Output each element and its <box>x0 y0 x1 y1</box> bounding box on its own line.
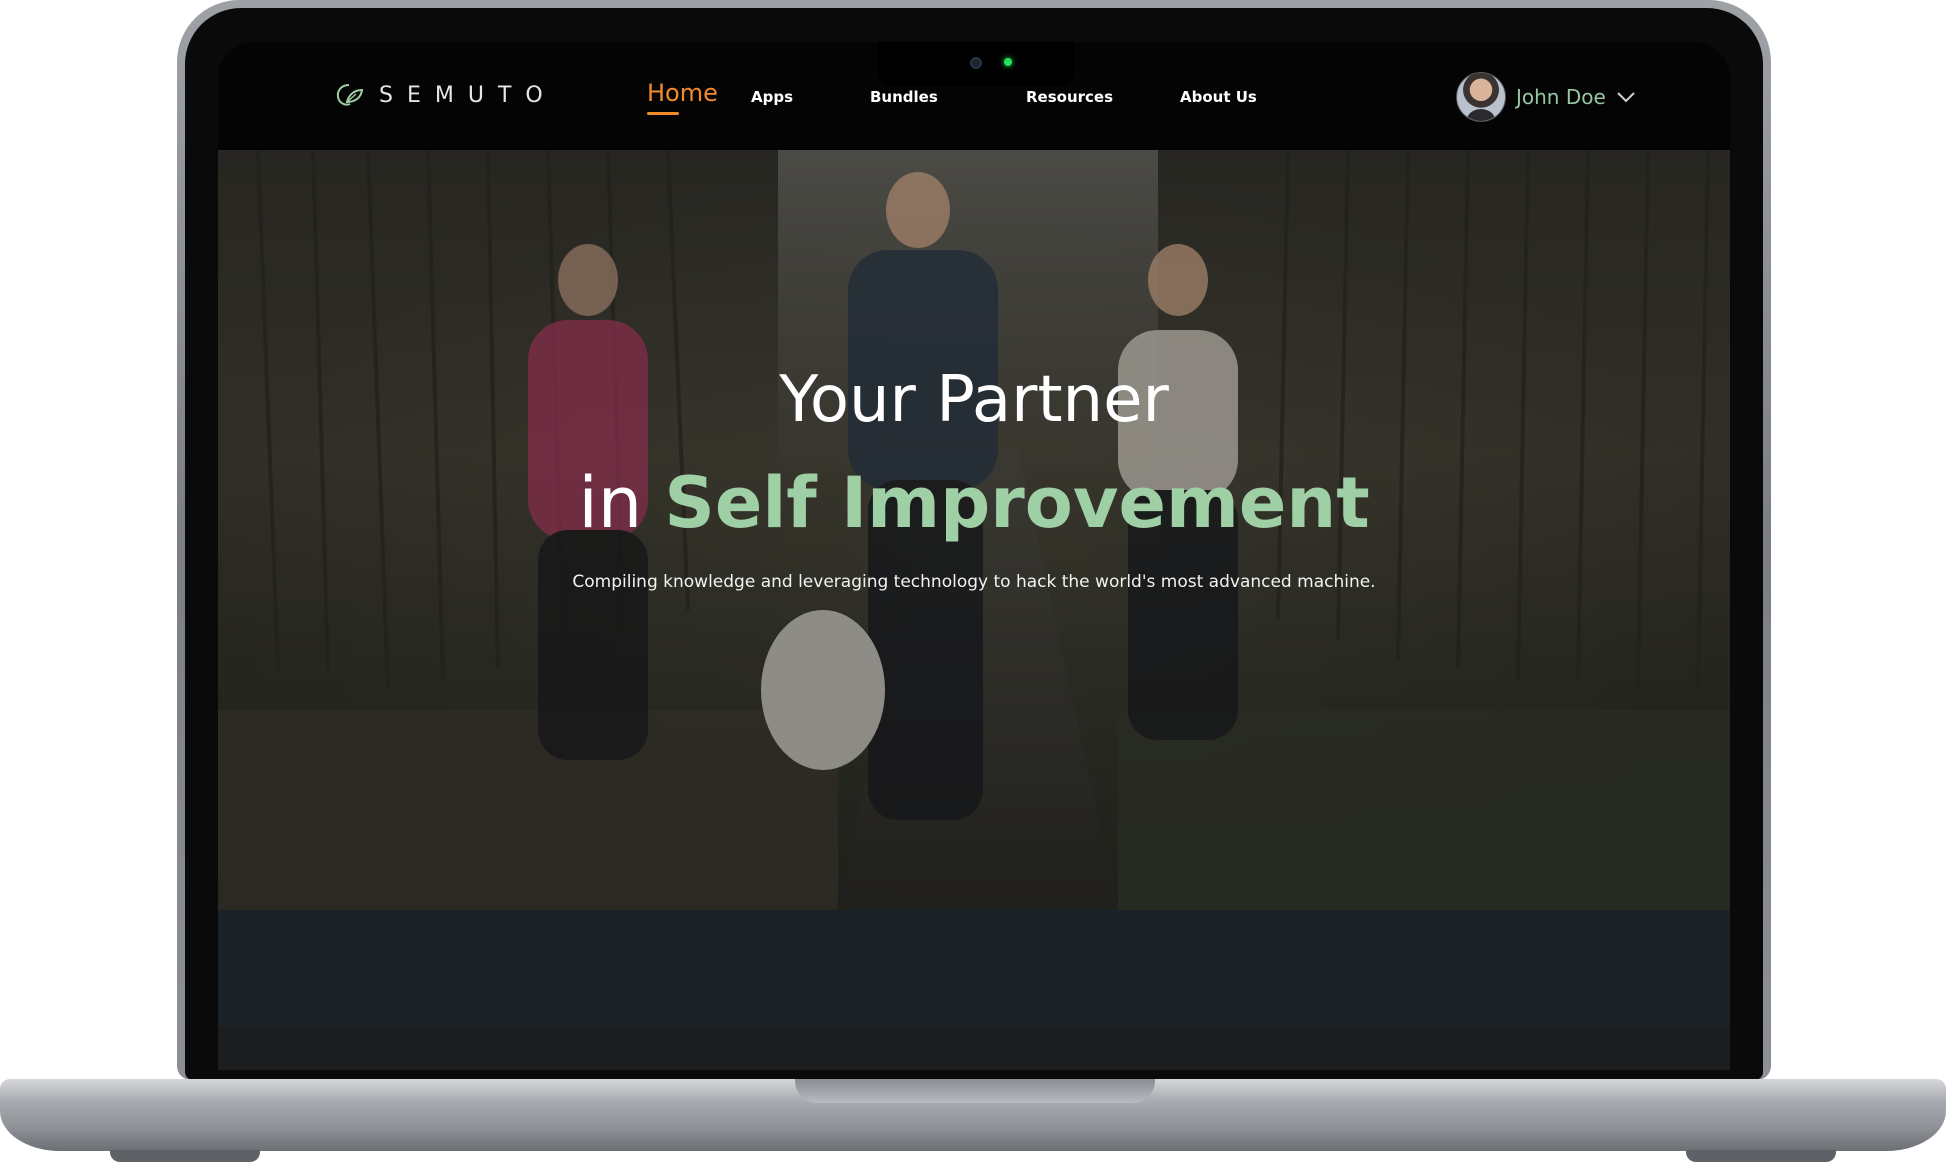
nav-bundles[interactable]: Bundles <box>870 88 938 106</box>
laptop-screen: SEMUTO Home Apps Bundles Resources About… <box>218 42 1730 1068</box>
nav-home[interactable]: Home <box>647 79 718 107</box>
screen-chin <box>218 1026 1730 1070</box>
user-name[interactable]: John Doe <box>1516 85 1606 109</box>
nav-apps[interactable]: Apps <box>751 88 793 106</box>
chevron-down-icon[interactable] <box>1616 91 1636 103</box>
camera-indicator-icon <box>1004 58 1012 66</box>
laptop-mockup: SEMUTO Home Apps Bundles Resources About… <box>0 0 1946 1165</box>
laptop-foot-left <box>110 1150 260 1162</box>
leaf-logo-icon <box>335 82 365 108</box>
user-menu[interactable]: John Doe <box>1456 72 1636 122</box>
camera-icon <box>970 57 982 69</box>
hero-title-line1: Your Partner <box>779 363 1169 437</box>
hero-title-prefix: in <box>578 462 665 544</box>
hero-title-line2: in Self Improvement <box>218 468 1730 538</box>
laptop-foot-right <box>1686 1150 1836 1162</box>
nav-about-us[interactable]: About Us <box>1180 88 1257 106</box>
brand-logo[interactable]: SEMUTO <box>335 82 557 108</box>
camera-notch <box>878 42 1074 86</box>
active-nav-indicator <box>647 112 679 115</box>
brand-name: SEMUTO <box>379 82 557 108</box>
nav-resources[interactable]: Resources <box>1026 88 1113 106</box>
hero-title-highlight: Self Improvement <box>664 462 1370 544</box>
hero-section: Your Partner in Self Improvement Compili… <box>218 150 1730 910</box>
hero-subtitle: Compiling knowledge and leveraging techn… <box>572 572 1376 592</box>
avatar[interactable] <box>1456 72 1506 122</box>
laptop-opening-notch <box>795 1079 1155 1103</box>
